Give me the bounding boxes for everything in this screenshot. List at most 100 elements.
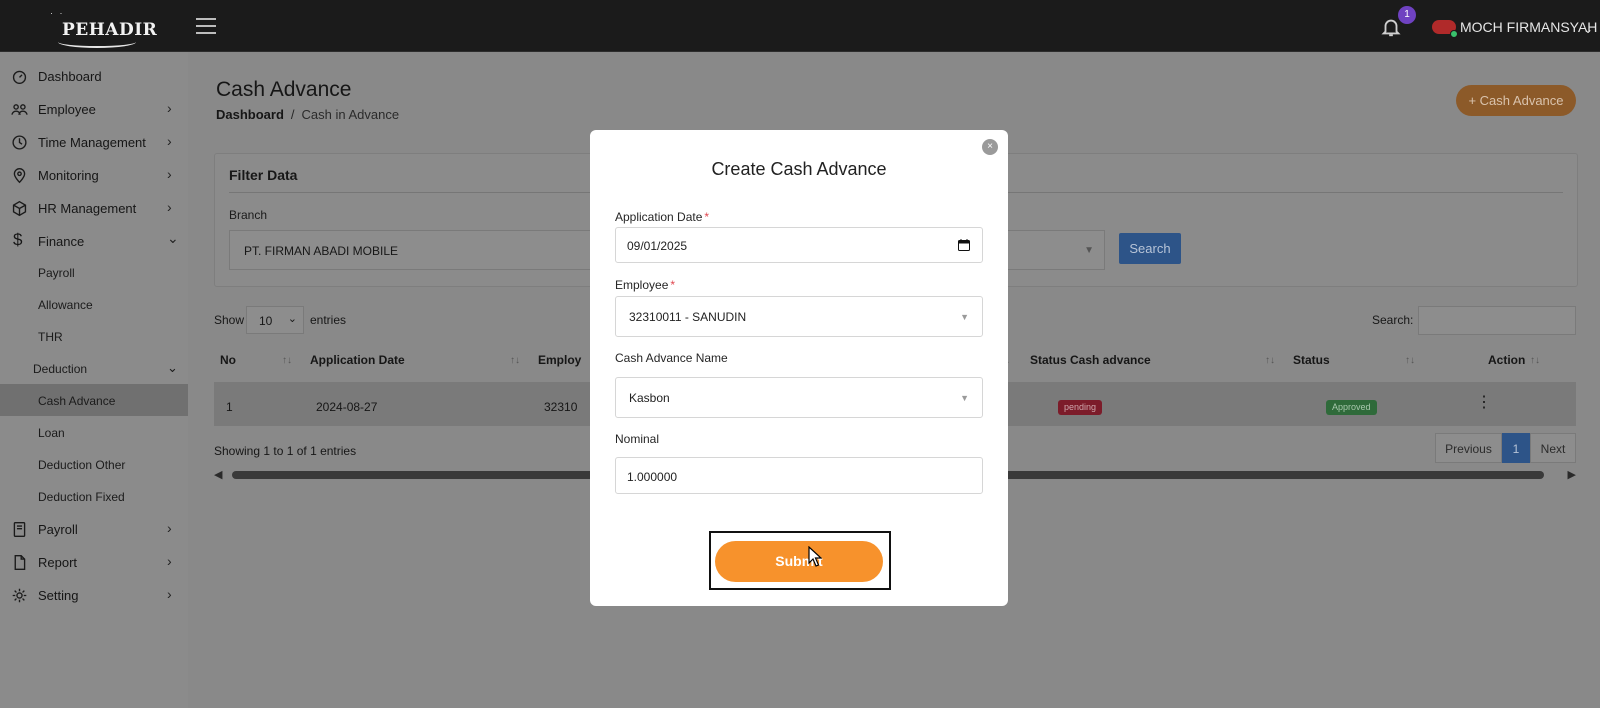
sidebar-item-label: Report [38, 555, 78, 570]
scroll-left-icon[interactable]: ◀ [214, 468, 222, 481]
sidebar-item-label: Monitoring [38, 168, 99, 183]
chevron-right-icon: › [167, 100, 172, 116]
submit-button[interactable]: Submit [715, 541, 883, 582]
chevron-right-icon: › [167, 166, 172, 182]
column-header-no[interactable]: No [220, 353, 236, 367]
chevron-down-icon: ⌄ [167, 230, 179, 246]
sidebar-subitem-label: Loan [38, 426, 65, 440]
cell-no: 1 [226, 400, 233, 414]
sidebar-item-label: Finance [38, 234, 85, 249]
more-actions-icon[interactable]: ⋮ [1476, 392, 1492, 412]
avatar[interactable] [1432, 20, 1458, 38]
sidebar-item-label: Setting [38, 588, 79, 603]
sidebar-item-setting[interactable]: Setting › [0, 579, 188, 612]
user-name[interactable]: MOCH FIRMANSYAH [1460, 19, 1597, 35]
caret-down-icon: ▼ [1084, 245, 1094, 256]
caret-down-icon: ▼ [960, 393, 969, 403]
pagination-previous[interactable]: Previous [1435, 433, 1502, 463]
branch-select[interactable]: PT. FIRMAN ABADI MOBILE [229, 230, 609, 270]
sort-icon[interactable]: ↑↓ [1530, 355, 1540, 366]
create-cash-advance-modal: Create Cash Advance × Application Date * … [590, 130, 1008, 606]
show-label: Show [214, 313, 245, 327]
notification-badge: 1 [1398, 6, 1416, 24]
application-date-label: Application Date * [615, 210, 709, 224]
breadcrumb: Dashboard / Cash in Advance [216, 107, 400, 122]
table-search-input[interactable] [1418, 306, 1576, 335]
page-title: Cash Advance [216, 78, 352, 101]
chevron-right-icon: › [167, 553, 172, 569]
cell-employee: 32310 [544, 400, 578, 414]
chevron-right-icon: › [167, 133, 172, 149]
sidebar-subitem-cash-advance[interactable]: Cash Advance [0, 384, 188, 416]
sidebar-item-report[interactable]: Report › [0, 546, 188, 579]
column-header-status-cash-advance[interactable]: Status Cash advance [1030, 353, 1151, 367]
sidebar-subitem-deduction-fixed[interactable]: Deduction Fixed [0, 480, 188, 512]
column-header-application-date[interactable]: Application Date [310, 353, 405, 367]
employee-label: Employee * [615, 278, 675, 292]
table-search-label: Search: [1372, 313, 1414, 327]
nominal-value: 1.000000 [627, 470, 678, 484]
logo-dots: · · [50, 8, 65, 18]
nominal-input[interactable]: 1.000000 [615, 457, 983, 494]
status-badge-approved: Approved [1326, 400, 1377, 415]
application-date-field[interactable]: 09/01/2025 [615, 227, 983, 263]
calendar-icon[interactable] [958, 239, 970, 251]
gauge-icon [12, 70, 27, 84]
sidebar-subitem-loan[interactable]: Loan [0, 416, 188, 448]
chevron-down-icon[interactable]: ⌄ [1583, 22, 1593, 36]
nominal-label: Nominal [615, 432, 660, 446]
add-cash-advance-button[interactable]: + Cash Advance [1456, 85, 1576, 116]
sidebar-subitem-label: THR [38, 330, 63, 344]
sidebar-subitem-label: Deduction Other [38, 458, 126, 472]
scroll-right-icon[interactable]: ▶ [1568, 468, 1576, 481]
pagination-next[interactable]: Next [1530, 433, 1576, 463]
gear-icon [12, 588, 27, 603]
breadcrumb-home[interactable]: Dashboard [216, 107, 284, 122]
sidebar-item-hr-management[interactable]: HR Management › [0, 192, 188, 225]
sidebar-item-payroll[interactable]: Payroll › [0, 513, 188, 546]
close-icon[interactable]: × [982, 139, 998, 155]
sidebar-subitem-thr[interactable]: THR [0, 320, 188, 352]
online-indicator [1450, 30, 1458, 38]
sort-icon[interactable]: ↑↓ [282, 355, 292, 366]
sidebar-item-employee[interactable]: Employee › [0, 93, 188, 126]
app-logo[interactable]: · · PEHADIR [48, 6, 157, 48]
column-header-employee[interactable]: Employ [538, 353, 581, 367]
search-button[interactable]: Search [1119, 233, 1181, 264]
sidebar-subitem-deduction[interactable]: Deduction ⌄ [0, 352, 188, 384]
employee-select[interactable]: 32310011 - SANUDIN ▼ [615, 296, 983, 337]
caret-down-icon: ▼ [960, 312, 969, 322]
clock-icon [12, 135, 27, 150]
sidebar-subitem-allowance[interactable]: Allowance [0, 288, 188, 320]
sort-icon[interactable]: ↑↓ [1405, 355, 1415, 366]
sidebar-item-time-management[interactable]: Time Management › [0, 126, 188, 159]
column-header-action: Action [1488, 353, 1526, 367]
sort-icon[interactable]: ↑↓ [1265, 355, 1275, 366]
filter-select[interactable]: ▼ [995, 230, 1105, 270]
breadcrumb-current: Cash in Advance [301, 107, 400, 122]
column-header-status[interactable]: Status [1293, 353, 1330, 367]
sidebar: Dashboard Employee › Time Management › M… [0, 52, 188, 708]
sidebar-item-dashboard[interactable]: Dashboard [0, 60, 188, 93]
logo-swoosh [58, 36, 136, 48]
table-info: Showing 1 to 1 of 1 entries [214, 444, 357, 458]
chevron-down-icon: ⌄ [167, 360, 178, 375]
menu-toggle-icon[interactable] [196, 18, 216, 34]
branch-label: Branch [229, 208, 268, 222]
cash-advance-name-select[interactable]: Kasbon ▼ [615, 377, 983, 418]
pagination-page[interactable]: 1 [1502, 433, 1530, 463]
sidebar-subitem-label: Deduction Fixed [38, 490, 125, 504]
application-date-value: 09/01/2025 [627, 239, 688, 253]
filter-title: Filter Data [229, 167, 298, 183]
required-mark: * [670, 278, 676, 292]
sidebar-item-monitoring[interactable]: Monitoring › [0, 159, 188, 192]
sidebar-subitem-deduction-other[interactable]: Deduction Other [0, 448, 188, 480]
sidebar-item-finance[interactable]: $ Finance ⌄ [0, 225, 188, 258]
users-icon [11, 104, 28, 115]
sidebar-item-label: HR Management [38, 201, 137, 216]
entries-select[interactable]: 10 ⌄ [246, 306, 304, 334]
sort-icon[interactable]: ↑↓ [510, 355, 520, 366]
sidebar-item-label: Dashboard [38, 69, 102, 84]
cash-advance-name-label: Cash Advance Name [615, 351, 728, 365]
sidebar-subitem-payroll[interactable]: Payroll [0, 256, 188, 288]
